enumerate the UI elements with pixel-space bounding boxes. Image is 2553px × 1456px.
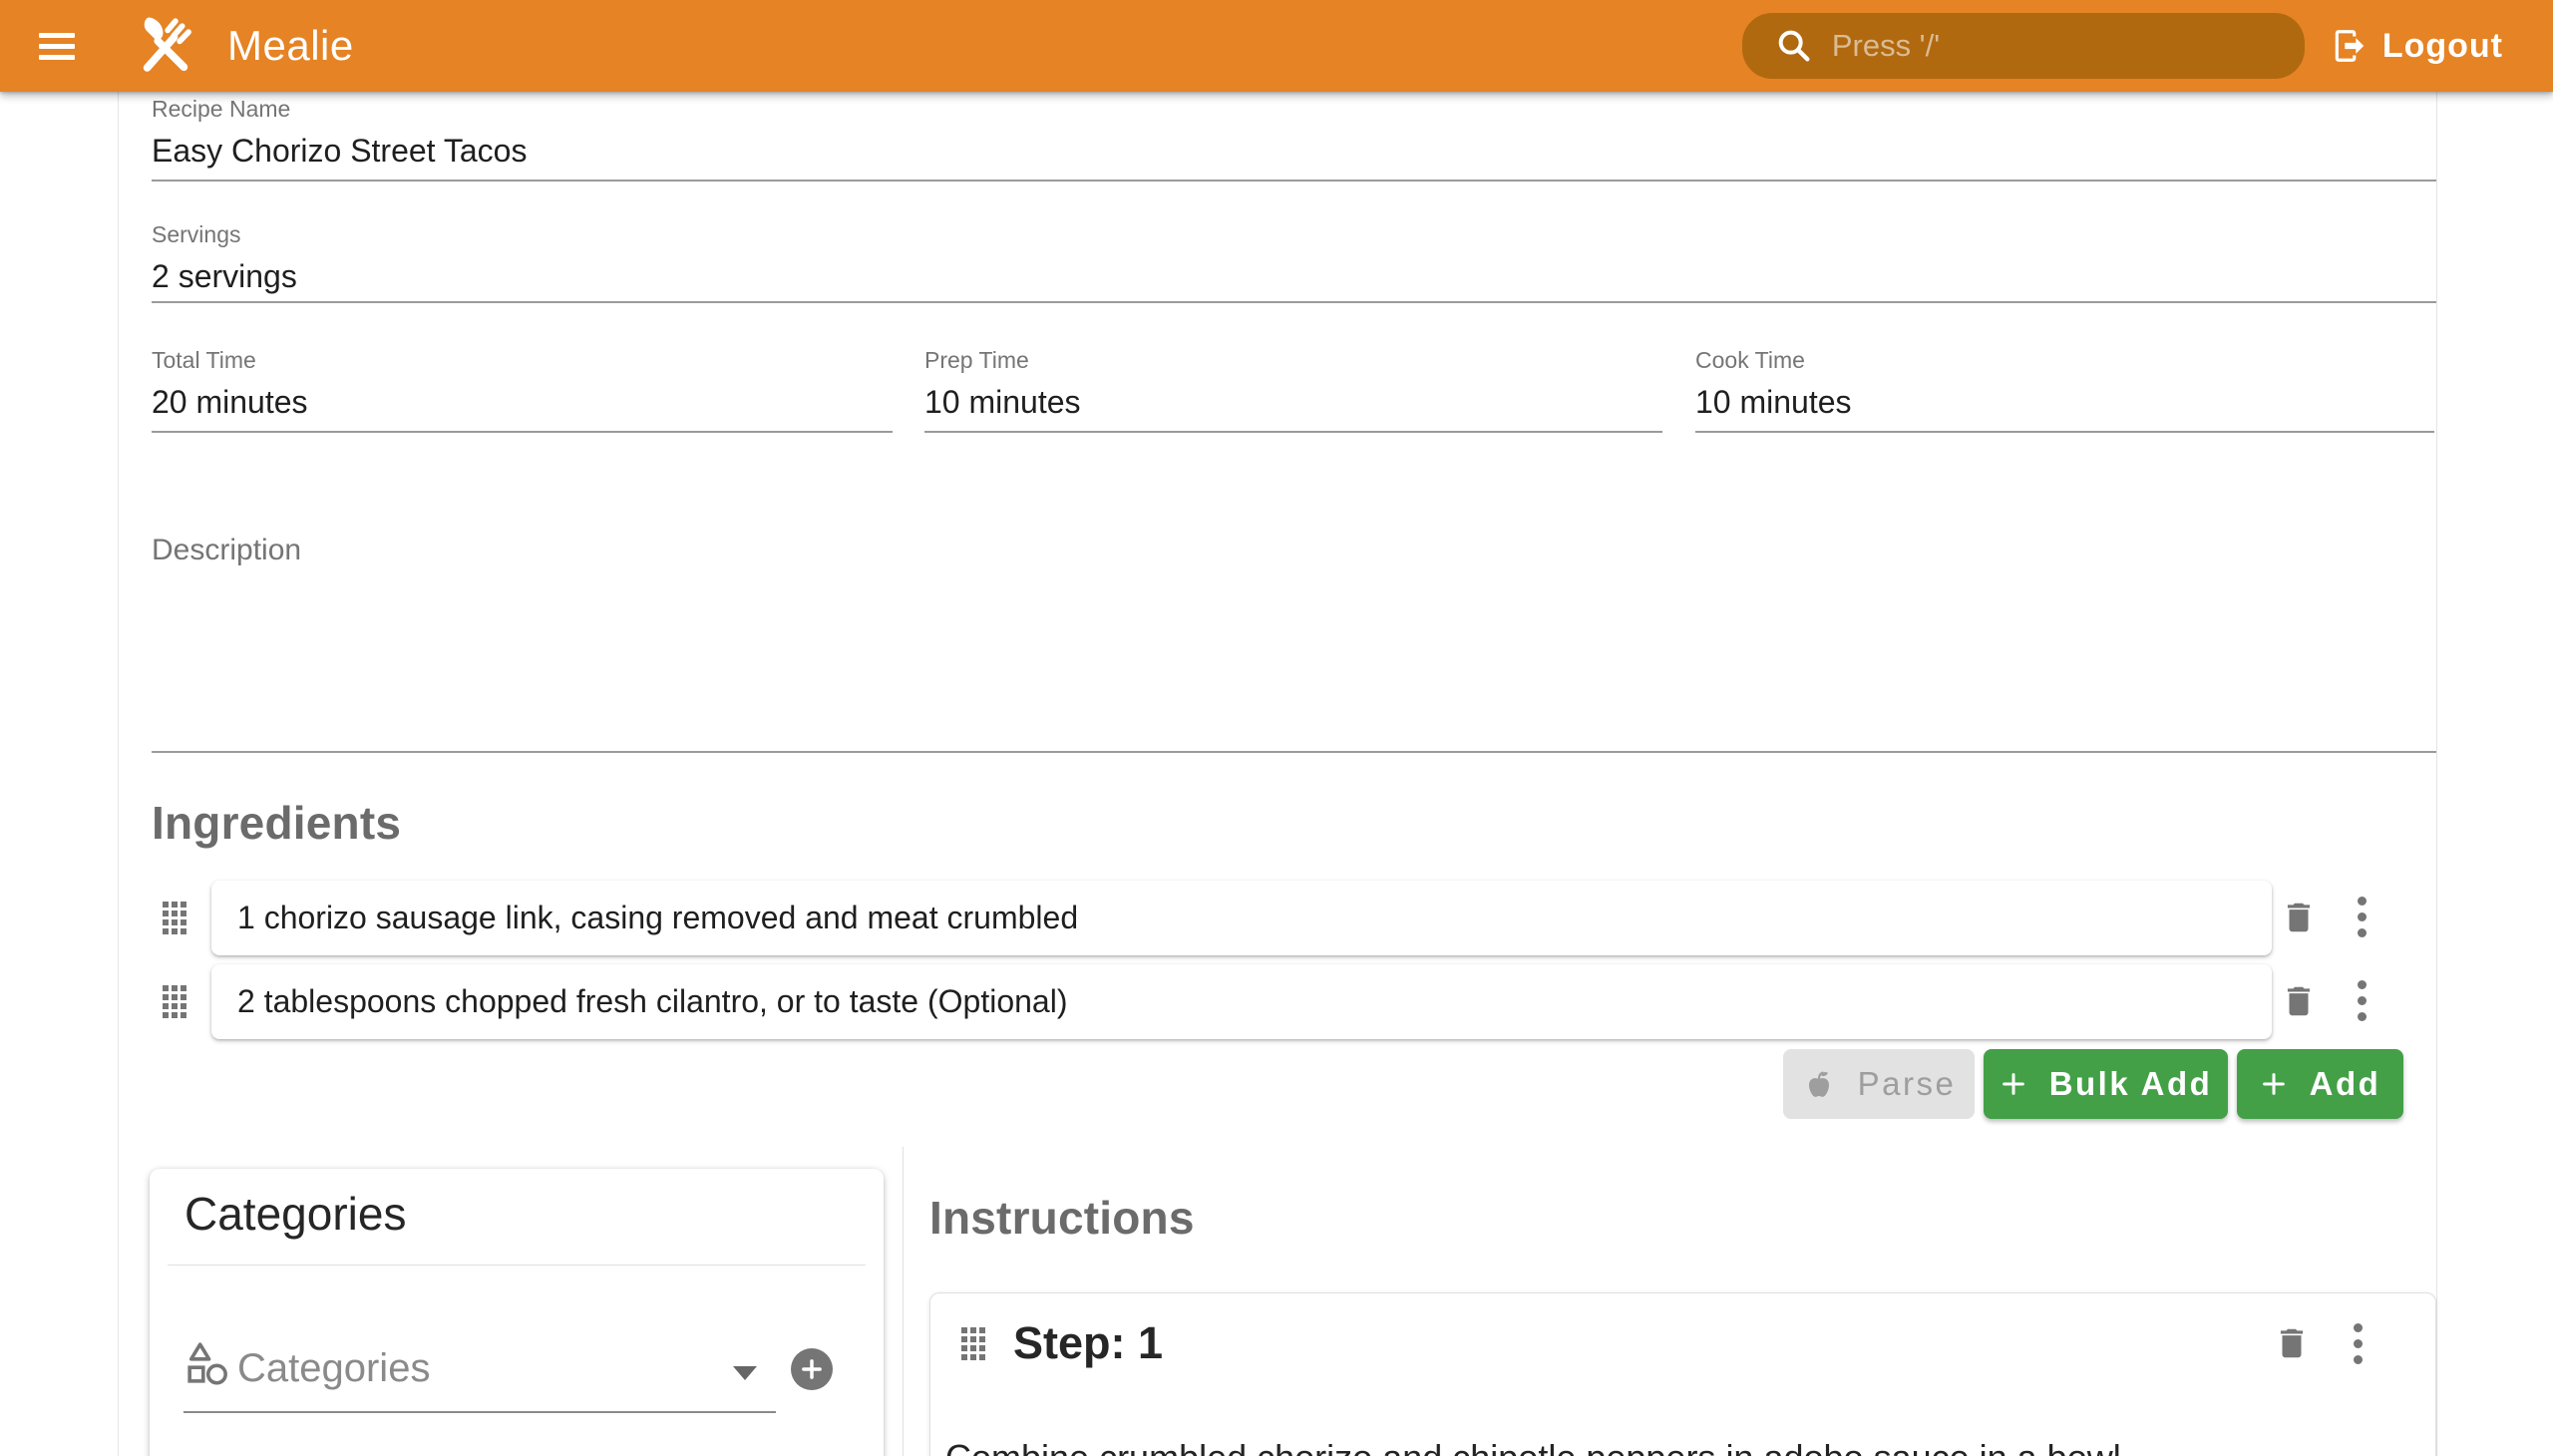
instructions-heading: Instructions	[929, 1191, 1195, 1245]
content-left-edge	[118, 92, 119, 1456]
delete-ingredient-button[interactable]	[2280, 898, 2318, 937]
plus-icon	[2000, 1070, 2027, 1098]
total-time-label: Total Time	[152, 347, 893, 373]
search-icon	[1774, 26, 1814, 66]
ingredient-drag-handle[interactable]	[163, 902, 186, 934]
plus-icon	[2260, 1070, 2288, 1098]
ingredient-row: 2 tablespoons chopped fresh cilantro, or…	[211, 964, 2272, 1039]
total-time-field: Total Time 20 minutes	[152, 347, 893, 433]
step-drag-handle[interactable]	[961, 1327, 985, 1360]
ingredients-heading: Ingredients	[152, 796, 401, 850]
ingredient-input[interactable]: 1 chorizo sausage link, casing removed a…	[237, 900, 1078, 936]
step-menu-button[interactable]	[2354, 1323, 2363, 1364]
description-label: Description	[152, 534, 301, 567]
prep-time-field: Prep Time 10 minutes	[924, 347, 1662, 433]
trash-icon	[2280, 981, 2318, 1021]
cook-time-field: Cook Time 10 minutes	[1695, 347, 2434, 433]
app-title: Mealie	[227, 22, 354, 70]
description-textarea[interactable]	[152, 751, 2436, 753]
categories-select[interactable]: Categories	[237, 1346, 430, 1391]
logout-icon	[2331, 27, 2369, 65]
recipe-name-input[interactable]: Easy Chorizo Street Tacos	[152, 133, 2436, 170]
servings-label: Servings	[152, 221, 2436, 247]
recipe-editor-page: Mealie Logout Recipe Name Easy Chorizo S…	[0, 0, 2553, 1456]
app-bar: Mealie Logout	[0, 0, 2553, 92]
add-ingredient-button[interactable]: Add	[2237, 1049, 2403, 1119]
cook-time-label: Cook Time	[1695, 347, 2434, 373]
logout-label: Logout	[2382, 27, 2503, 66]
ingredient-row: 1 chorizo sausage link, casing removed a…	[211, 881, 2272, 955]
step-card: Step: 1 Combine crumbled chorizo and chi…	[929, 1292, 2436, 1456]
bulk-add-button[interactable]: Bulk Add	[1984, 1049, 2228, 1119]
prep-time-label: Prep Time	[924, 347, 1662, 373]
categories-card-title: Categories	[184, 1187, 406, 1241]
search-input[interactable]	[1830, 27, 2263, 65]
trash-icon	[2273, 1323, 2311, 1363]
bulk-add-label: Bulk Add	[2049, 1065, 2213, 1103]
cook-time-input[interactable]: 10 minutes	[1695, 384, 2434, 421]
ingredient-drag-handle[interactable]	[163, 985, 186, 1018]
plus-icon	[799, 1356, 825, 1382]
mealie-logo-icon	[132, 12, 199, 80]
parse-button[interactable]: Parse	[1783, 1049, 1975, 1119]
servings-input[interactable]: 2 servings	[152, 258, 2436, 295]
total-time-input[interactable]: 20 minutes	[152, 384, 893, 421]
prep-time-input[interactable]: 10 minutes	[924, 384, 1662, 421]
card-divider	[168, 1265, 866, 1266]
trash-icon	[2280, 898, 2318, 937]
categories-shape-icon	[186, 1340, 228, 1386]
categories-card: Categories Categories	[150, 1169, 884, 1456]
categories-select-underline	[183, 1411, 776, 1413]
recipe-name-label: Recipe Name	[152, 96, 2436, 122]
step-title: Step: 1	[1013, 1317, 1163, 1369]
ingredient-input[interactable]: 2 tablespoons chopped fresh cilantro, or…	[237, 983, 1067, 1020]
apple-icon	[1802, 1067, 1836, 1101]
delete-step-button[interactable]	[2273, 1323, 2311, 1363]
servings-field: Servings 2 servings	[152, 221, 2436, 303]
logout-button[interactable]: Logout	[2331, 27, 2503, 66]
add-category-button[interactable]	[791, 1348, 833, 1390]
content-right-edge	[2436, 92, 2437, 1456]
ingredient-menu-button[interactable]	[2358, 897, 2367, 937]
delete-ingredient-button[interactable]	[2280, 981, 2318, 1021]
add-label: Add	[2310, 1065, 2381, 1103]
menu-icon[interactable]	[22, 11, 92, 81]
search-bar[interactable]	[1742, 13, 2305, 79]
column-divider	[903, 1147, 904, 1456]
ingredient-menu-button[interactable]	[2358, 980, 2367, 1021]
step-text-input[interactable]: Combine crumbled chorizo and chipotle pe…	[945, 1437, 2131, 1456]
recipe-name-field: Recipe Name Easy Chorizo Street Tacos	[152, 96, 2436, 182]
chevron-down-icon[interactable]	[733, 1366, 757, 1380]
parse-label: Parse	[1858, 1065, 1957, 1103]
